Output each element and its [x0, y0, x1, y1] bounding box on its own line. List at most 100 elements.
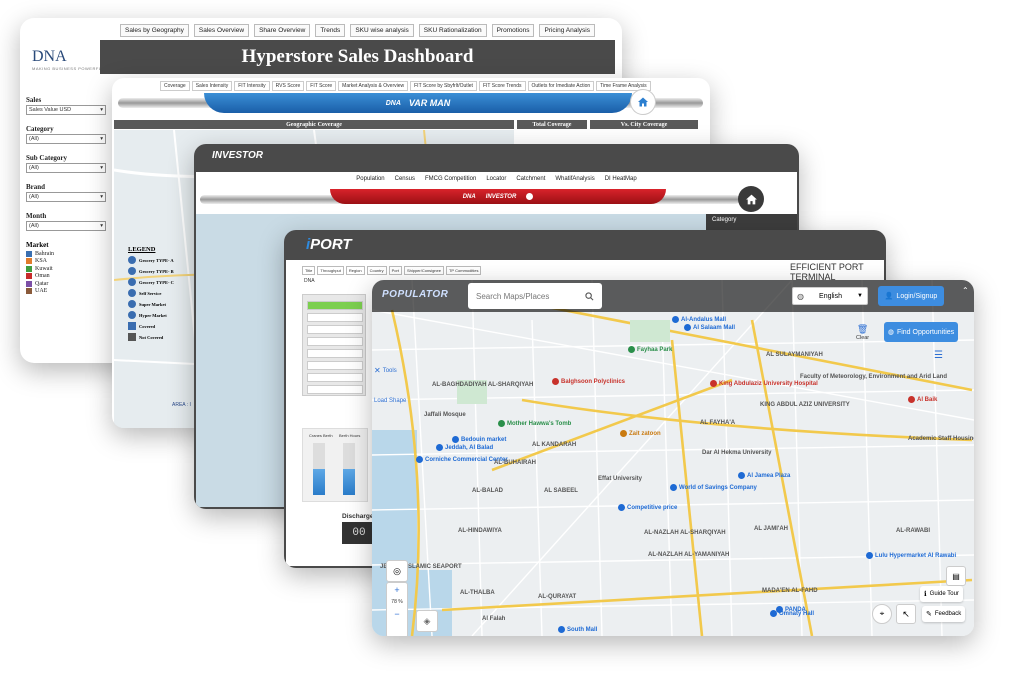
panel-row[interactable]: [307, 325, 363, 334]
dna-nav-item[interactable]: Market Analysis & Overview: [338, 81, 409, 91]
panel-row[interactable]: [307, 313, 363, 322]
hyperstore-tab[interactable]: SKU Rationalization: [418, 24, 487, 37]
dna-nav-item[interactable]: FIT Score Trends: [478, 81, 526, 91]
map-place[interactable]: Balghsoon Polyclinics: [552, 378, 625, 385]
hyperstore-tab[interactable]: Trends: [315, 24, 346, 37]
map-place[interactable]: Competitive price: [618, 504, 677, 511]
map-place[interactable]: Mother Hawwa's Tomb: [498, 420, 571, 427]
map-place[interactable]: AL SABEEL: [544, 488, 578, 494]
map-place[interactable]: Effat University: [598, 476, 642, 482]
investor-menu-item[interactable]: WhatifAnalysis: [555, 176, 594, 182]
dna-nav-item[interactable]: Coverage: [160, 81, 190, 91]
market-item[interactable]: Kuwait: [26, 265, 106, 272]
investor-menu-item[interactable]: DI HeatMap: [605, 176, 637, 182]
map-place[interactable]: Al Falah: [482, 616, 505, 622]
map-place[interactable]: AL-QURAYAT: [538, 594, 576, 600]
dna-nav-item[interactable]: FIT Score: [306, 81, 337, 91]
map-place[interactable]: South Mall: [558, 626, 597, 633]
map-place[interactable]: PANDA: [776, 606, 806, 613]
map-place[interactable]: World of Savings Company: [670, 484, 757, 491]
port-tab[interactable]: Region: [345, 266, 365, 275]
map-place[interactable]: Jaffali Mosque: [424, 412, 466, 418]
map-place[interactable]: AL-BALAD: [472, 488, 503, 494]
hyperstore-tab[interactable]: Sales by Geography: [120, 24, 189, 37]
dna-nav-item[interactable]: RVS Score: [271, 81, 305, 91]
map-place[interactable]: Zait zatoon: [620, 430, 661, 437]
map-place[interactable]: Fayhaa Park: [628, 346, 672, 353]
market-item[interactable]: KSA: [26, 258, 106, 264]
zoom-out-button[interactable]: −: [387, 607, 407, 621]
map-place[interactable]: AL-NAZLAH AL-SHARQIYAH: [644, 530, 726, 536]
map-place[interactable]: AL JAMI'AH: [754, 526, 788, 532]
map-place[interactable]: AL-RAWABI: [896, 528, 930, 534]
investor-menu-item[interactable]: Locator: [486, 176, 506, 182]
compass-button[interactable]: ⌖: [872, 604, 892, 624]
investor-home-button[interactable]: [738, 186, 764, 212]
feedback-button[interactable]: ✎ Feedback: [922, 606, 966, 622]
dna-nav-item[interactable]: FIT Score by Sbyfrlt/Outlet: [410, 81, 477, 91]
map-place[interactable]: AL KANDARAH: [532, 442, 576, 448]
dna-nav-item[interactable]: Sales Intensity: [191, 81, 233, 91]
market-item[interactable]: Oman: [26, 273, 106, 279]
map-place[interactable]: Dar Al Hekma University: [702, 450, 771, 456]
home-button[interactable]: [630, 89, 656, 115]
map-place[interactable]: Al-Andalus Mall: [672, 316, 726, 323]
investor-menu-item[interactable]: FMCG Competition: [425, 176, 476, 182]
hyperstore-tab[interactable]: Promotions: [491, 24, 535, 37]
map-place[interactable]: Al Jamea Plaza: [738, 472, 790, 479]
hyperstore-tab[interactable]: SKU wise analysis: [350, 24, 414, 37]
layers-button[interactable]: ◈: [416, 610, 438, 632]
market-item[interactable]: UAE: [26, 288, 106, 294]
filter-select[interactable]: (All) ▾: [26, 163, 106, 173]
map-place[interactable]: AL-BUHAIRAH: [494, 460, 536, 466]
map-place[interactable]: Jeddah, Al Balad: [436, 444, 493, 451]
map-place[interactable]: Lulu Hypermarket Al Rawabi: [866, 552, 956, 559]
port-tab[interactable]: Port: [388, 266, 402, 275]
port-tab[interactable]: TP Commodities: [445, 266, 482, 275]
port-tab[interactable]: Throughput: [317, 266, 344, 275]
print-button[interactable]: ▤: [946, 566, 966, 586]
hyperstore-tab[interactable]: Pricing Analysis: [539, 24, 595, 37]
panel-row[interactable]: [307, 301, 363, 310]
port-tab[interactable]: Country: [366, 266, 387, 275]
map-place[interactable]: KING ABDUL AZIZ UNIVERSITY: [760, 402, 850, 408]
market-item[interactable]: Qatar: [26, 280, 106, 287]
map-place[interactable]: MADA'EN AL-FAHD: [762, 588, 818, 594]
filter-select[interactable]: (All) ▾: [26, 192, 106, 202]
panel-row[interactable]: [307, 349, 363, 358]
locate-button[interactable]: ◎: [386, 560, 408, 582]
map-place[interactable]: AL SULAYMANIYAH: [766, 352, 823, 358]
zoom-in-button[interactable]: +: [387, 583, 407, 597]
panel-row[interactable]: [307, 361, 363, 370]
map-place[interactable]: AL-THALBA: [460, 590, 495, 596]
market-item[interactable]: Bahrain: [26, 250, 106, 257]
map-place[interactable]: Al Salaam Mall: [684, 324, 735, 331]
map-place[interactable]: Academic Staff Housing: [908, 436, 974, 442]
port-tab[interactable]: Title: [302, 266, 316, 275]
total-coverage-header: Total Coverage: [517, 120, 587, 129]
guide-tour-button[interactable]: ℹ Guide Tour: [920, 586, 963, 602]
map-place[interactable]: AL FAYHA'A: [700, 420, 735, 426]
investor-menu-item[interactable]: Census: [395, 176, 415, 182]
dna-nav-item[interactable]: Outlets for Imediate Action: [527, 81, 595, 91]
port-tab[interactable]: Shipper/Consignee: [403, 266, 444, 275]
map-place[interactable]: Faculty of Meteorology, Environment and …: [800, 374, 947, 380]
panel-row[interactable]: [307, 373, 363, 382]
hyperstore-tab[interactable]: Share Overview: [254, 24, 311, 37]
filter-select[interactable]: Sales Value USD ▾: [26, 105, 106, 115]
dna-nav-item[interactable]: FIT Intensity: [234, 81, 270, 91]
map-place[interactable]: Bedouin market: [452, 436, 506, 443]
map-place[interactable]: AL-HINDAWIYA: [458, 528, 502, 534]
panel-row[interactable]: [307, 337, 363, 346]
map-place[interactable]: King Abdulaziz University Hospital: [710, 380, 818, 387]
map-place[interactable]: AL-BAGHDADIYAH AL-SHARQIYAH: [432, 382, 533, 388]
investor-menu-item[interactable]: Population: [356, 176, 384, 182]
panel-row[interactable]: [307, 385, 363, 394]
map-place[interactable]: Al Baik: [908, 396, 937, 403]
hyperstore-tab[interactable]: Sales Overview: [193, 24, 250, 37]
map-place[interactable]: AL-NAZLAH AL-YAMANIYAH: [648, 552, 729, 558]
filter-select[interactable]: (All) ▾: [26, 134, 106, 144]
filter-select[interactable]: (All) ▾: [26, 221, 106, 231]
pointer-button[interactable]: ↖: [896, 604, 916, 624]
investor-menu-item[interactable]: Catchment: [516, 176, 545, 182]
